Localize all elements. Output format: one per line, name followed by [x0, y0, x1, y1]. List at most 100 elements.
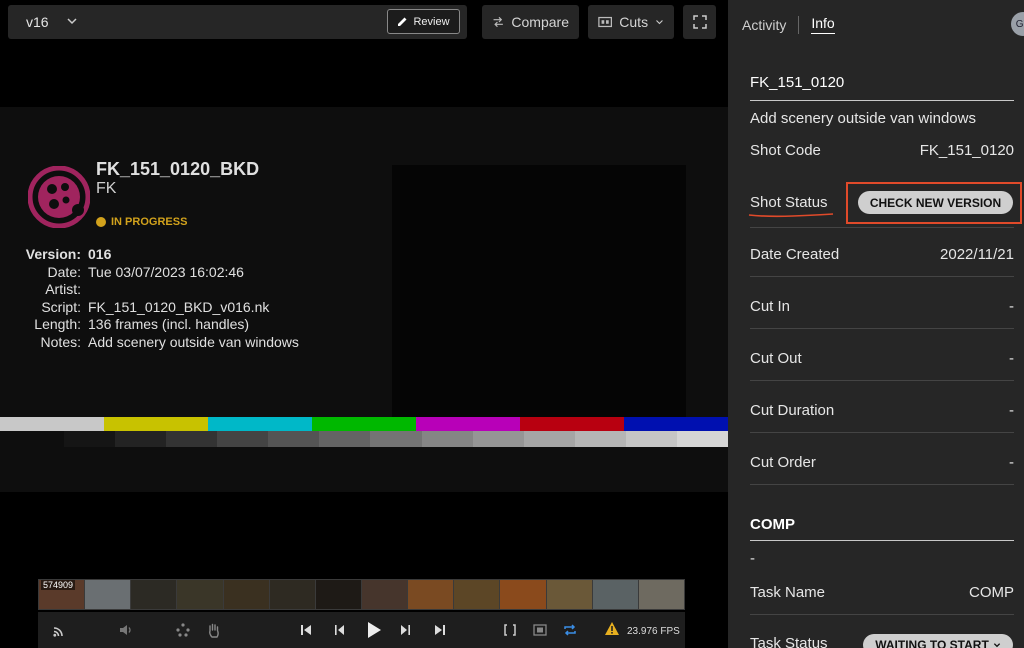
comp-value: -: [750, 550, 755, 567]
in-out-brackets-icon[interactable]: [502, 622, 518, 638]
cut-out-row: Cut Out -: [750, 350, 1014, 367]
annotation-dots-icon[interactable]: [175, 622, 191, 638]
comp-heading: COMP: [750, 516, 795, 533]
meta-value: Tue 03/07/2023 16:02:46: [88, 263, 244, 280]
gray-ramp-swatch: [370, 431, 422, 447]
gray-ramp: [64, 431, 729, 447]
field-value: 2022/11/21: [940, 246, 1014, 263]
shot-code-row: Shot Code FK_151_0120: [750, 142, 1014, 159]
filmstrip-thumbnail[interactable]: [85, 580, 131, 609]
color-bar-swatch: [416, 417, 520, 431]
meta-key: Script:: [41, 298, 81, 315]
filmstrip-thumbnail[interactable]: [361, 580, 408, 609]
shot-description: Add scenery outside van windows: [750, 110, 976, 127]
version-select[interactable]: v16 Review: [8, 5, 467, 39]
meta-key: Length:: [34, 316, 81, 332]
avatar[interactable]: GY: [1011, 12, 1024, 36]
meta-value: Add scenery outside van windows: [88, 333, 299, 350]
divider: [750, 540, 1014, 541]
color-bar-swatch: [104, 417, 208, 431]
filmstrip-thumbnail[interactable]: [131, 580, 177, 609]
review-label: Review: [413, 15, 450, 28]
color-bar-swatch: [520, 417, 624, 431]
hand-pan-icon[interactable]: [206, 622, 222, 638]
meta-row: Date: Tue 03/07/2023 16:02:46: [14, 264, 299, 282]
cuts-label: Cuts: [619, 14, 649, 30]
filmstrip-thumbnail[interactable]: [592, 580, 638, 609]
task-status-dropdown[interactable]: WAITING TO START: [863, 634, 1013, 648]
loop-icon[interactable]: [562, 622, 578, 638]
top-toolbar: v16 Review Compare Cuts: [0, 0, 728, 46]
gray-ramp-swatch: [166, 431, 218, 447]
filmstrip-thumbnail[interactable]: [638, 580, 684, 609]
compare-label: Compare: [511, 14, 569, 30]
gray-ramp-swatch: [217, 431, 269, 447]
task-name-label: Task Name: [750, 584, 826, 601]
cut-in-row: Cut In -: [750, 298, 1014, 315]
play-icon[interactable]: [364, 620, 384, 640]
meta-key: Version:: [25, 246, 81, 262]
gray-ramp-swatch: [676, 431, 729, 447]
version-label: v16: [26, 14, 49, 30]
transport-bar: 23.976 FPS: [38, 612, 685, 648]
annotation-highlight-box: [846, 182, 1022, 224]
gray-ramp-swatch: [268, 431, 320, 447]
skip-to-start-icon[interactable]: [298, 622, 314, 638]
filmstrip-thumbnail[interactable]: [223, 580, 269, 609]
shot-title: FK_151_0120: [750, 74, 845, 91]
meta-row: Notes: Add scenery outside van windows: [14, 334, 299, 352]
step-forward-icon[interactable]: [398, 622, 414, 638]
slate-title: FK_151_0120_BKD: [96, 159, 260, 179]
filmstrip-thumbnail[interactable]: [315, 580, 361, 609]
filmstrip-thumbnail[interactable]: [546, 580, 592, 609]
shot-status-label: Shot Status: [750, 194, 828, 211]
info-panel: Activity Info GY FK_151_0120 Add scenery…: [728, 0, 1024, 648]
review-button[interactable]: Review: [387, 9, 460, 34]
filmstrip-thumbnail[interactable]: [269, 580, 315, 609]
filmstrip-thumbnail[interactable]: [500, 580, 546, 609]
volume-icon[interactable]: [118, 622, 134, 638]
gray-ramp-swatch: [523, 431, 575, 447]
task-status-value: WAITING TO START: [875, 638, 989, 648]
tab-info[interactable]: Info: [811, 15, 835, 34]
gray-ramp-swatch: [319, 431, 371, 447]
tab-activity[interactable]: Activity: [742, 17, 786, 33]
divider: [750, 276, 1014, 277]
fullscreen-button[interactable]: [683, 5, 716, 39]
filmstrip-thumbnail[interactable]: [177, 580, 223, 609]
field-label: Cut Order: [750, 454, 816, 471]
field-value: -: [1009, 454, 1014, 471]
compare-button[interactable]: Compare: [482, 5, 579, 39]
annotation-underline: [748, 213, 834, 218]
meta-key: Date:: [47, 263, 81, 280]
gray-ramp-swatch: [64, 431, 116, 447]
gray-ramp-swatch: [625, 431, 677, 447]
frame-number: 574909: [41, 580, 76, 590]
meta-row: Length: 136 frames (incl. handles): [14, 316, 299, 334]
compare-icon: [493, 16, 503, 28]
filmstrip[interactable]: [38, 579, 685, 610]
step-back-icon[interactable]: [331, 622, 347, 638]
chevron-down-icon: [993, 643, 1000, 648]
gray-ramp-swatch: [115, 431, 167, 447]
divider: [750, 484, 1014, 485]
tab-divider: [798, 15, 800, 34]
film-icon: [598, 16, 613, 28]
warning-icon[interactable]: [604, 621, 620, 637]
shot-code-label: Shot Code: [750, 142, 821, 159]
field-label: Cut In: [750, 298, 791, 315]
filmstrip-thumbnail[interactable]: [408, 580, 454, 609]
filmstrip-thumbnail[interactable]: [454, 580, 500, 609]
status-dot-icon: [96, 217, 106, 227]
frame-mode-icon[interactable]: [532, 622, 548, 638]
skip-to-end-icon[interactable]: [432, 622, 448, 638]
color-bar-swatch: [624, 417, 728, 431]
divider: [750, 614, 1014, 615]
color-bars: [0, 417, 728, 431]
task-name-row: Task Name COMP: [750, 584, 1014, 601]
video-viewer[interactable]: FK_151_0120_BKD FK IN PROGRESS Version: 0…: [0, 107, 729, 492]
cast-icon[interactable]: [52, 622, 68, 638]
fps-readout: 23.976 FPS: [627, 626, 680, 637]
cuts-button[interactable]: Cuts: [588, 5, 674, 39]
divider: [750, 227, 1014, 228]
